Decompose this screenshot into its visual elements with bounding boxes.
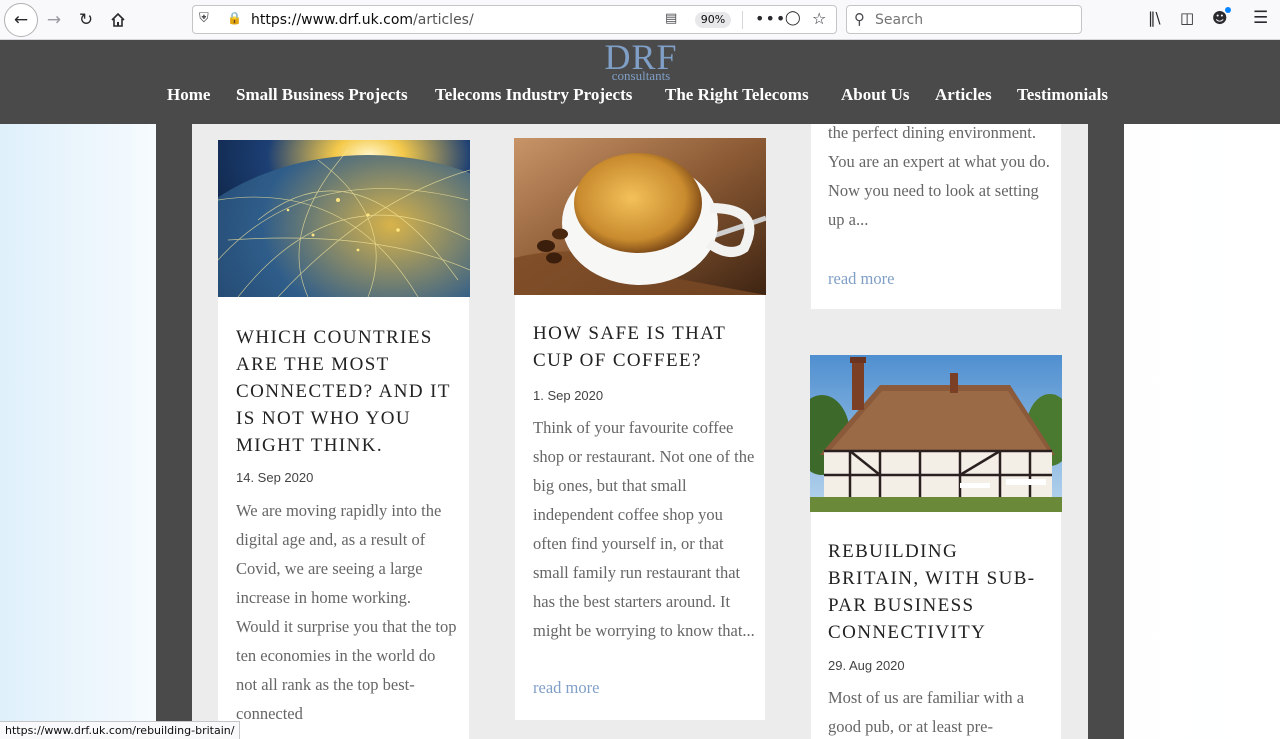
search-input[interactable]	[875, 10, 1075, 30]
page-viewport: WHICH COUNTRIES ARE THE MOST CONNECTED? …	[0, 40, 1280, 739]
pub-image	[810, 355, 1062, 512]
tracking-shield-icon[interactable]: ⛨	[199, 11, 209, 26]
home-icon	[111, 12, 125, 27]
url-text[interactable]: https://www.drf.uk.com/articles/	[251, 12, 474, 28]
article-image-pub[interactable]	[810, 355, 1062, 512]
page-actions-icon[interactable]: •••	[755, 9, 786, 28]
nav-home[interactable]: Home	[167, 85, 210, 105]
nav-small-business-projects[interactable]: Small Business Projects	[236, 85, 408, 105]
hamburger-menu-icon[interactable]: ☰	[1253, 8, 1268, 28]
search-bar[interactable]: ⚲	[846, 5, 1082, 34]
lock-icon[interactable]: 🔒	[227, 11, 242, 25]
main-navigation: Home Small Business Projects Telecoms In…	[0, 85, 1280, 109]
bookmark-star-icon[interactable]: ☆	[812, 9, 826, 28]
nav-testimonials[interactable]: Testimonials	[1017, 85, 1108, 105]
article-image-coffee[interactable]	[514, 138, 766, 295]
article-card-connected-countries[interactable]: WHICH COUNTRIES ARE THE MOST CONNECTED? …	[218, 140, 470, 739]
back-button[interactable]: ←	[4, 3, 38, 37]
article-date: 1. Sep 2020	[533, 388, 604, 403]
nav-telecoms-industry-projects[interactable]: Telecoms Industry Projects	[435, 85, 632, 105]
read-more-link[interactable]: read more	[828, 269, 894, 289]
globe-image	[218, 140, 470, 297]
nav-articles[interactable]: Articles	[935, 85, 992, 105]
article-excerpt: Most of us are familiar with a good pub,…	[828, 688, 1025, 736]
forward-button[interactable]: →	[38, 4, 70, 36]
article-image-globe[interactable]	[218, 140, 470, 297]
arrow-left-icon: ←	[13, 10, 29, 30]
article-title[interactable]: HOW SAFE IS THAT CUP OF COFFEE?	[533, 320, 755, 374]
article-date: 14. Sep 2020	[236, 470, 314, 485]
reload-icon: ↻	[78, 10, 94, 30]
library-icon[interactable]: ‖\	[1148, 9, 1161, 27]
article-excerpt: the perfect dining environment. You are …	[828, 123, 1050, 229]
nav-the-right-telecoms[interactable]: The Right Telecoms	[665, 85, 809, 105]
url-divider	[742, 11, 743, 29]
pocket-icon[interactable]: ◯	[785, 10, 801, 26]
reload-button[interactable]: ↻	[70, 4, 102, 36]
article-excerpt: Think of your favourite coffee shop or r…	[533, 418, 755, 640]
article-excerpt: We are moving rapidly into the digital a…	[236, 501, 457, 723]
search-icon: ⚲	[854, 10, 865, 28]
browser-toolbar: ← → ↻ ⛨ 🔒 https://www.drf.uk.com/article…	[0, 0, 1280, 40]
home-button[interactable]	[102, 4, 134, 36]
site-logo[interactable]: DRF consultants	[604, 40, 678, 84]
account-icon[interactable]: ☻	[1212, 7, 1231, 27]
reader-view-icon[interactable]: ▤	[665, 11, 677, 26]
url-bar[interactable]: ⛨ 🔒 https://www.drf.uk.com/articles/ ▤ 9…	[192, 5, 837, 34]
article-card-rebuilding-britain[interactable]: REBUILDING BRITAIN, WITH SUB-PAR BUSINES…	[810, 355, 1062, 739]
zoom-badge[interactable]: 90%	[695, 12, 731, 28]
coffee-image	[514, 138, 766, 295]
nav-about-us[interactable]: About Us	[841, 85, 910, 105]
arrow-right-icon: →	[46, 10, 62, 30]
article-title[interactable]: WHICH COUNTRIES ARE THE MOST CONNECTED? …	[236, 324, 462, 459]
sidebar-icon[interactable]: ◫	[1180, 9, 1194, 27]
article-card-coffee[interactable]: HOW SAFE IS THAT CUP OF COFFEE? 1. Sep 2…	[514, 138, 766, 720]
status-bar-link-preview: https://www.drf.uk.com/rebuilding-britai…	[0, 721, 241, 739]
article-card-restaurant[interactable]: the perfect dining environment. You are …	[811, 123, 1061, 309]
read-more-link[interactable]: read more	[533, 678, 599, 698]
site-header: DRF consultants Home Small Business Proj…	[0, 40, 1280, 124]
article-date: 29. Aug 2020	[828, 658, 905, 673]
article-title[interactable]: REBUILDING BRITAIN, WITH SUB-PAR BUSINES…	[828, 538, 1050, 646]
